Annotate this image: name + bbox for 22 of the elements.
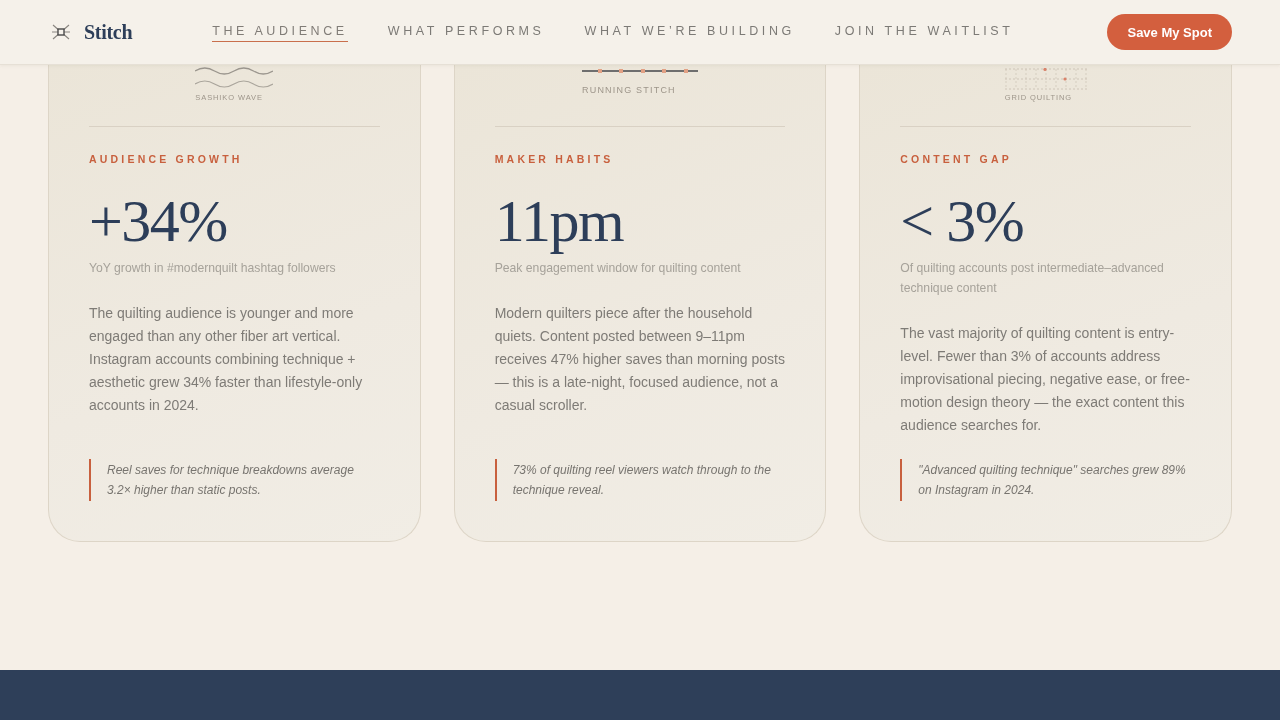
nav-link[interactable]: WHAT WE’RE BUILDING: [584, 22, 795, 42]
pull-quote: 73% of quilting reel viewers watch through to the technique reveal.: [494, 459, 786, 501]
stat-caption: YoY growth in #modernquilt hashtag followers: [89, 260, 337, 277]
pull-quote: Reel saves for technique breakdowns average 3.2× higher than static posts.: [89, 459, 380, 501]
pull-quote: "Advanced quilting technique" searches grew 89% on Instagram in 2024.: [900, 459, 1191, 501]
save-spot-button[interactable]: Save My Spot: [1107, 14, 1232, 50]
stitch-cross-logo-icon: [52, 24, 70, 40]
stat-label: AUDIENCE GROWTH: [89, 152, 244, 166]
card-description: Modern quilters piece after the household quiets. Content posted between 9–11pm receives 47% higher saves than morning posts — this is a late-night, focused audience, not a casual scroller.: [494, 304, 786, 415]
stat-label: MAKER HABITS: [494, 152, 615, 166]
stat-value: < 3%: [900, 191, 1025, 251]
brand-name: Stitch: [84, 20, 133, 44]
nav-link[interactable]: JOIN THE WAITLIST: [834, 22, 1014, 42]
illustration-caption: RUNNING STITCH: [582, 85, 676, 95]
card-description: The quilting audience is younger and more engaged than any other fiber art vertical. Instagram accounts combining technique + aesthetic grew 34% faster than lifestyle-only accounts in 2024.: [89, 304, 364, 415]
card-description: The vast majority of quilting content is entry-level. Fewer than 3% of accounts address improvisational piecing, negative ease, or free-motion design theory — the exact content this audience searches for.: [900, 324, 1191, 435]
nav-link[interactable]: THE AUDIENCE: [212, 22, 348, 42]
stat-label: CONTENT GAP: [900, 152, 1013, 166]
stat-caption: Peak engagement window for quilting content: [494, 260, 742, 277]
stat-value: +34%: [89, 191, 228, 251]
stat-caption: Of quilting accounts post intermediate–advanced technique content: [900, 260, 1165, 297]
nav-link[interactable]: WHAT PERFORMS: [387, 22, 545, 42]
